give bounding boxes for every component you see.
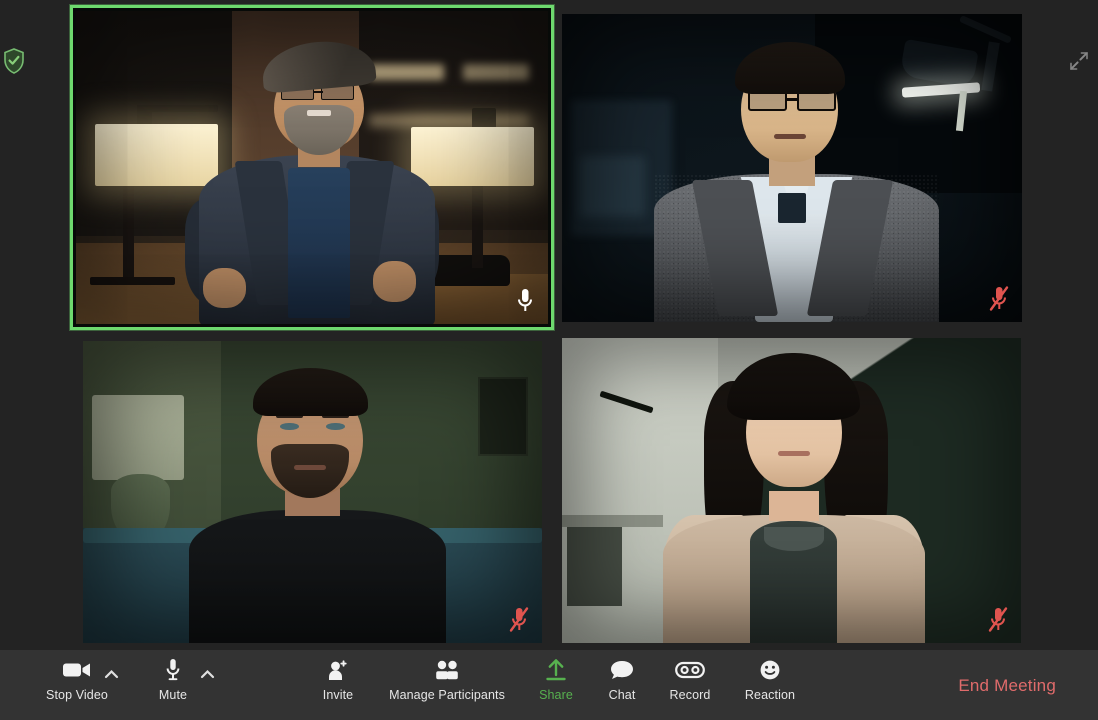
video-scene-2 xyxy=(562,14,1022,322)
reaction-button[interactable]: Reaction xyxy=(733,650,807,702)
stop-video-button[interactable]: Stop Video xyxy=(40,650,114,702)
encrypted-shield-icon[interactable] xyxy=(3,48,25,74)
mic-status-unmuted-1 xyxy=(512,286,538,316)
chat-label: Chat xyxy=(608,688,636,702)
video-scene-3 xyxy=(83,341,542,643)
video-camera-icon xyxy=(62,657,92,683)
reaction-label: Reaction xyxy=(744,688,796,702)
share-label: Share xyxy=(539,688,573,702)
mic-status-muted-4 xyxy=(985,605,1011,635)
mute-button[interactable]: Mute xyxy=(136,650,210,702)
microphone-icon xyxy=(163,657,183,683)
meeting-toolbar: Stop Video Mute Invite Manage Participan… xyxy=(0,650,1098,720)
participant-video-4 xyxy=(562,338,1021,643)
participant-video-2 xyxy=(562,14,1022,322)
video-gallery-grid xyxy=(0,0,1098,650)
record-tape-icon xyxy=(675,657,705,683)
people-icon xyxy=(433,657,461,683)
participant-tile-3[interactable] xyxy=(83,341,542,643)
speech-bubble-icon xyxy=(609,657,635,683)
record-label: Record xyxy=(669,688,711,702)
participant-tile-4[interactable] xyxy=(562,338,1021,643)
chat-button[interactable]: Chat xyxy=(585,650,659,702)
end-meeting-button[interactable]: End Meeting xyxy=(958,676,1056,696)
manage-participants-label: Manage Participants xyxy=(389,688,505,702)
video-scene-1 xyxy=(76,11,548,324)
invite-button[interactable]: Invite xyxy=(301,650,375,702)
manage-participants-button[interactable]: Manage Participants xyxy=(382,650,512,702)
mic-status-muted-2 xyxy=(986,284,1012,314)
share-upload-icon xyxy=(544,657,568,683)
participant-tile-1[interactable] xyxy=(70,5,554,330)
share-screen-button[interactable]: Share xyxy=(519,650,593,702)
participant-video-3 xyxy=(83,341,542,643)
smiley-face-icon xyxy=(759,657,781,683)
audio-options-chevron-up-icon[interactable] xyxy=(200,666,215,684)
mic-status-muted-3 xyxy=(506,605,532,635)
participant-tile-2[interactable] xyxy=(562,14,1022,322)
video-options-chevron-up-icon[interactable] xyxy=(104,666,119,684)
person-add-icon xyxy=(326,657,350,683)
invite-label: Invite xyxy=(322,688,354,702)
participant-video-1 xyxy=(76,11,548,324)
stop-video-label: Stop Video xyxy=(46,688,108,702)
video-scene-4 xyxy=(562,338,1021,643)
enter-fullscreen-icon[interactable] xyxy=(1068,50,1090,72)
mute-label: Mute xyxy=(158,688,188,702)
record-button[interactable]: Record xyxy=(653,650,727,702)
zoom-meeting-window: Stop Video Mute Invite Manage Participan… xyxy=(0,0,1098,720)
